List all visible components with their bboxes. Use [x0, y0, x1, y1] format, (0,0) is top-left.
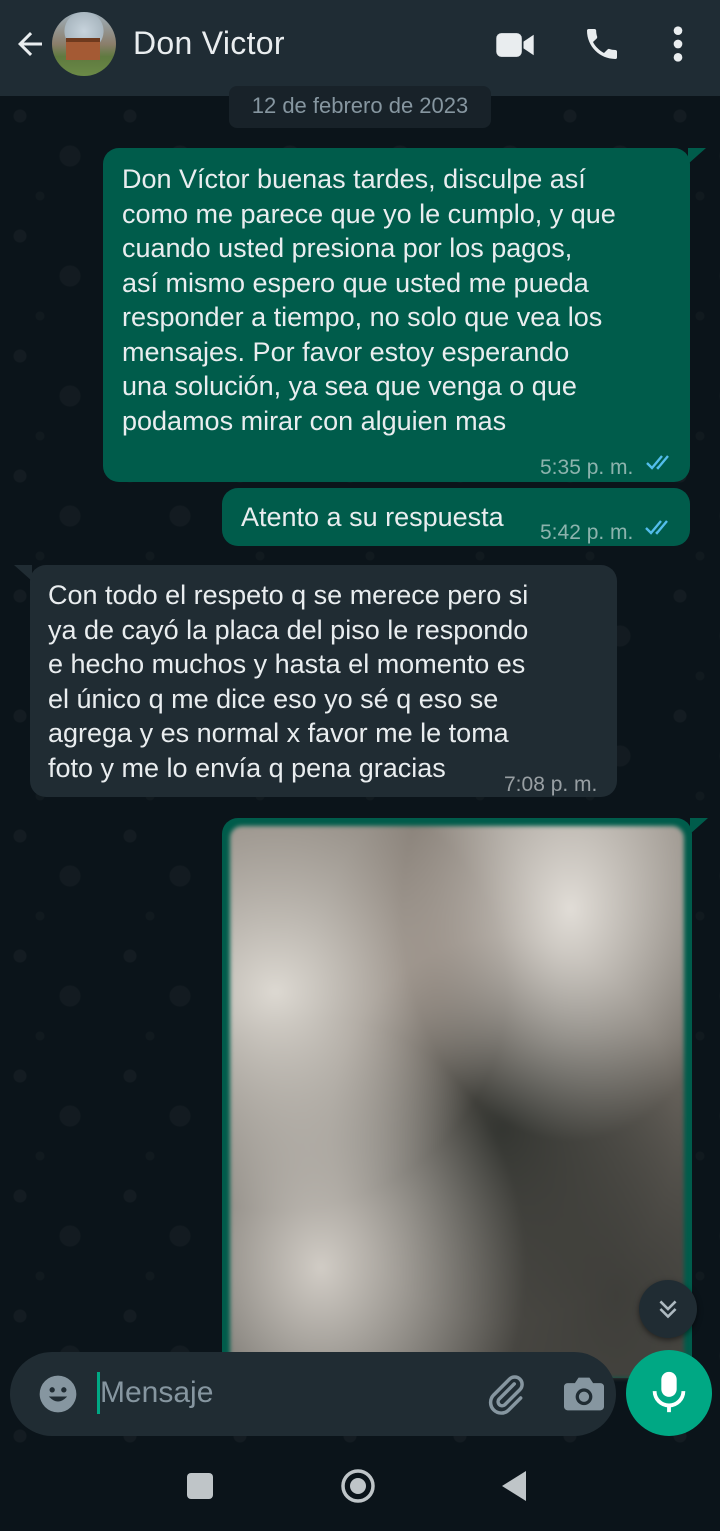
- contact-name[interactable]: Don Victor: [133, 25, 285, 62]
- voice-message-button[interactable]: [626, 1350, 712, 1436]
- video-call-icon[interactable]: [494, 28, 536, 62]
- message-text: Don Víctor buenas tardes, disculpe así c…: [122, 164, 616, 436]
- outgoing-image-message[interactable]: [222, 818, 692, 1378]
- microphone-icon: [652, 1371, 686, 1413]
- message-time: 7:08 p. m.: [504, 773, 598, 796]
- system-back-button[interactable]: [500, 1468, 528, 1504]
- camera-icon[interactable]: [562, 1374, 606, 1414]
- message-text: Con todo el respeto q se merece pero si …: [48, 580, 529, 783]
- outgoing-message[interactable]: Don Víctor buenas tardes, disculpe así c…: [103, 148, 690, 482]
- double-chevron-down-icon: [659, 1300, 677, 1319]
- bubble-tail: [14, 565, 32, 581]
- more-options-icon[interactable]: [664, 24, 692, 64]
- read-receipt-icon: [645, 520, 668, 535]
- avatar-house-image: [66, 38, 100, 60]
- outgoing-message[interactable]: Atento a su respuesta 5:42 p. m.: [222, 488, 690, 546]
- recent-apps-button[interactable]: [187, 1473, 213, 1499]
- message-time: 5:35 p. m.: [540, 456, 634, 479]
- paperclip-icon[interactable]: [484, 1372, 528, 1416]
- scroll-to-bottom-button[interactable]: [639, 1280, 697, 1338]
- contact-avatar[interactable]: [52, 12, 116, 76]
- blurred-photo[interactable]: [230, 826, 684, 1378]
- voice-call-icon[interactable]: [582, 24, 622, 64]
- incoming-message[interactable]: Con todo el respeto q se merece pero si …: [30, 565, 617, 797]
- date-separator: 12 de febrero de 2023: [229, 86, 491, 128]
- home-button[interactable]: [340, 1468, 376, 1504]
- message-composer[interactable]: Mensaje: [10, 1352, 616, 1436]
- message-input[interactable]: Mensaje: [100, 1376, 213, 1410]
- emoji-icon[interactable]: [38, 1374, 78, 1414]
- bubble-tail: [690, 818, 708, 834]
- bubble-tail: [688, 148, 706, 164]
- system-navigation-bar: [0, 1448, 720, 1531]
- back-arrow-icon[interactable]: [12, 26, 48, 62]
- message-time: 5:42 p. m.: [540, 521, 634, 544]
- read-receipt-icon: [646, 455, 669, 470]
- chat-header: Don Victor: [0, 0, 720, 96]
